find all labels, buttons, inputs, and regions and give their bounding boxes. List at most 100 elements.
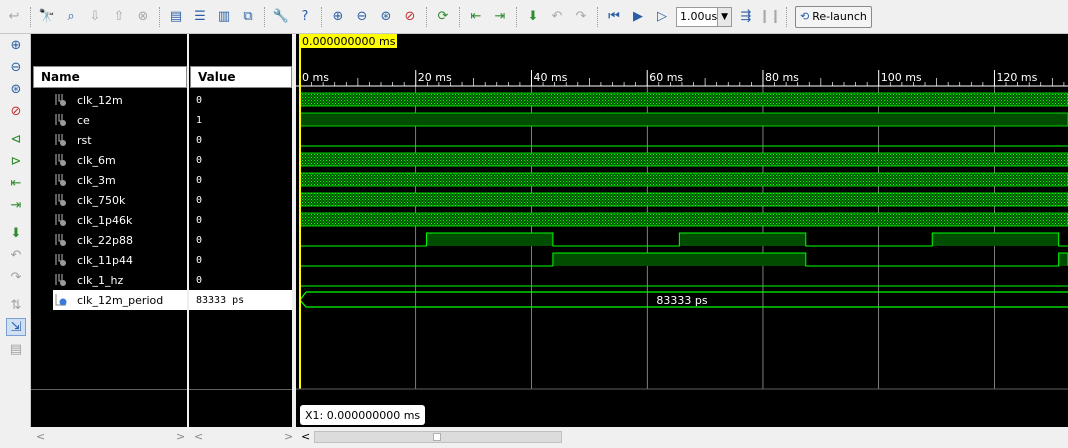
pause-icon[interactable]: ❙❙: [759, 7, 781, 27]
step-back-icon[interactable]: ↶: [547, 7, 567, 27]
scroll-right-icon[interactable]: >: [176, 430, 185, 443]
signal-name-row[interactable]: ce: [31, 110, 187, 130]
relaunch-label: Re-launch: [812, 10, 867, 23]
scroll-left-icon[interactable]: <: [301, 430, 310, 443]
find-value-icon[interactable]: ⌕: [61, 7, 81, 27]
zoom-fit-icon[interactable]: ⊛: [376, 7, 396, 27]
find-icon[interactable]: 🔭: [37, 7, 57, 27]
name-column-header[interactable]: Name: [33, 66, 187, 88]
zoom-in-icon[interactable]: ⊕: [6, 36, 26, 54]
delete-icon[interactable]: ⊗: [133, 7, 153, 27]
scroll-right-icon[interactable]: >: [284, 430, 293, 443]
run-all-icon[interactable]: ▶: [628, 7, 648, 27]
value-column-header[interactable]: Value: [190, 66, 292, 88]
run-for-time-icon[interactable]: ▷: [652, 7, 672, 27]
arrow-up-icon[interactable]: ⇧: [109, 7, 129, 27]
group-icon[interactable]: ▤: [166, 7, 186, 27]
signal-name-label: clk_3m: [77, 173, 116, 187]
signal-name-row[interactable]: clk_6m: [31, 150, 187, 170]
zoom-out-icon[interactable]: ⊖: [352, 7, 372, 27]
restart-icon[interactable]: ⏮: [604, 7, 624, 27]
signal-name-label: clk_1p46k: [77, 213, 133, 227]
refresh-icon[interactable]: ⟳: [433, 7, 453, 27]
zoom-to-cursor-icon[interactable]: ⊘: [400, 7, 420, 27]
scrollbar-thumb[interactable]: [433, 433, 441, 441]
undo-icon[interactable]: ↩: [4, 7, 24, 27]
run-time-select[interactable]: 1.00us ▼: [676, 6, 732, 27]
toolbar-separator: [426, 6, 427, 27]
pulse-fill: [679, 233, 806, 246]
zoom-out-icon[interactable]: ⊖: [6, 58, 26, 76]
waveform-viewer: ↩ 🔭 ⌕ ⇩ ⇧ ⊗ ▤ ☰ ▥ ⧉ 🔧 ? ⊕ ⊖ ⊛ ⊘ ⟳ ⇤ ⇥ ⬇ …: [0, 0, 1068, 448]
dense-clock-wave: [299, 92, 1068, 107]
toolbar-separator: [264, 6, 265, 27]
signal-name-label: clk_750k: [77, 193, 126, 207]
bus-signal-icon: [53, 292, 69, 308]
zoom-in-icon[interactable]: ⊕: [328, 7, 348, 27]
signal-value-row[interactable]: 0: [189, 190, 292, 210]
waveform-horizontal-scrollbar[interactable]: [314, 431, 562, 443]
step-icon[interactable]: ⬇: [523, 7, 543, 27]
previous-transition-icon[interactable]: ⇤: [6, 174, 26, 192]
virtual-bus-icon[interactable]: ▥: [214, 7, 234, 27]
signal-name-row[interactable]: clk_1_hz: [31, 270, 187, 290]
bus-icon[interactable]: ⧉: [238, 7, 258, 27]
relaunch-button[interactable]: ⟲ Re-launch: [795, 5, 872, 28]
signal-value-row[interactable]: 0: [189, 210, 292, 230]
previous-transition-icon[interactable]: ⇤: [466, 7, 486, 27]
settings-wrench-icon[interactable]: 🔧: [271, 7, 291, 27]
pulse-fill: [932, 233, 1059, 246]
signal-value-row[interactable]: 0: [189, 270, 292, 290]
scroll-left-icon[interactable]: <: [194, 430, 203, 443]
scroll-left-icon[interactable]: <: [36, 430, 45, 443]
swap-cursors-icon[interactable]: ⇅: [6, 296, 26, 314]
next-marker-icon[interactable]: ↷: [6, 268, 26, 286]
dense-clock-wave: [299, 152, 1068, 167]
zoom-fit-icon[interactable]: ⊛: [6, 80, 26, 98]
waveform-pane[interactable]: 0 ms 20 ms 40 ms 60 ms 80 ms 100 ms 120 ms 8333…: [296, 34, 1068, 427]
help-icon[interactable]: ?: [295, 7, 315, 27]
signal-value-row[interactable]: 0: [189, 90, 292, 110]
signal-value-row[interactable]: 0: [189, 130, 292, 150]
step-forward-icon[interactable]: ⇶: [736, 7, 756, 27]
chevron-down-icon[interactable]: ▼: [717, 7, 731, 26]
next-transition-icon[interactable]: ⇥: [6, 196, 26, 214]
signal-name-row[interactable]: clk_1p46k: [31, 210, 187, 230]
go-to-start-icon[interactable]: ⊲: [6, 130, 26, 148]
signal-name-row[interactable]: clk_750k: [31, 190, 187, 210]
signal-name-row[interactable]: clk_12m: [31, 90, 187, 110]
bit-signal-icon: [53, 132, 69, 148]
x1-cursor-label: X1: 0.000000000 ms: [300, 405, 426, 425]
step-over-icon[interactable]: ↷: [571, 7, 591, 27]
signal-value-pane: Value 0 1 0 0 0 0 0 0 0 0 83333 ps: [189, 34, 292, 427]
signal-value-label: 0: [196, 274, 203, 286]
signal-name-row[interactable]: clk_22p88: [31, 230, 187, 250]
divider-icon[interactable]: ☰: [190, 7, 210, 27]
signal-value-row[interactable]: 0: [189, 230, 292, 250]
zoom-to-cursor-icon[interactable]: ⊘: [6, 102, 26, 120]
dense-clock-wave: [299, 192, 1068, 207]
toolbar-separator: [597, 6, 598, 27]
previous-marker-icon[interactable]: ↶: [6, 246, 26, 264]
signal-value-row[interactable]: 83333 ps: [189, 290, 292, 310]
signal-value-label: 0: [196, 234, 203, 246]
add-marker-icon[interactable]: ⬇: [6, 224, 26, 242]
waveform-canvas[interactable]: 0 ms 20 ms 40 ms 60 ms 80 ms 100 ms 120 ms 8333…: [296, 34, 1068, 427]
arrow-down-icon[interactable]: ⇩: [85, 7, 105, 27]
signal-value-label: 0: [196, 254, 203, 266]
go-to-end-icon[interactable]: ⊳: [6, 152, 26, 170]
bit-signal-icon: [53, 112, 69, 128]
snap-to-transition-icon[interactable]: ⇲: [6, 318, 26, 336]
bit-signal-icon: [53, 272, 69, 288]
floating-ruler-icon[interactable]: ▤: [6, 340, 26, 358]
signal-value-row[interactable]: 1: [189, 110, 292, 130]
signal-name-row[interactable]: clk_12m_period: [53, 290, 187, 310]
signal-value-row[interactable]: 0: [189, 150, 292, 170]
signal-value-row[interactable]: 0: [189, 170, 292, 190]
ruler-tick-label: 0 ms: [302, 71, 329, 84]
signal-value-row[interactable]: 0: [189, 250, 292, 270]
next-transition-icon[interactable]: ⇥: [490, 7, 510, 27]
signal-name-row[interactable]: clk_11p44: [31, 250, 187, 270]
signal-name-row[interactable]: rst: [31, 130, 187, 150]
signal-name-row[interactable]: clk_3m: [31, 170, 187, 190]
